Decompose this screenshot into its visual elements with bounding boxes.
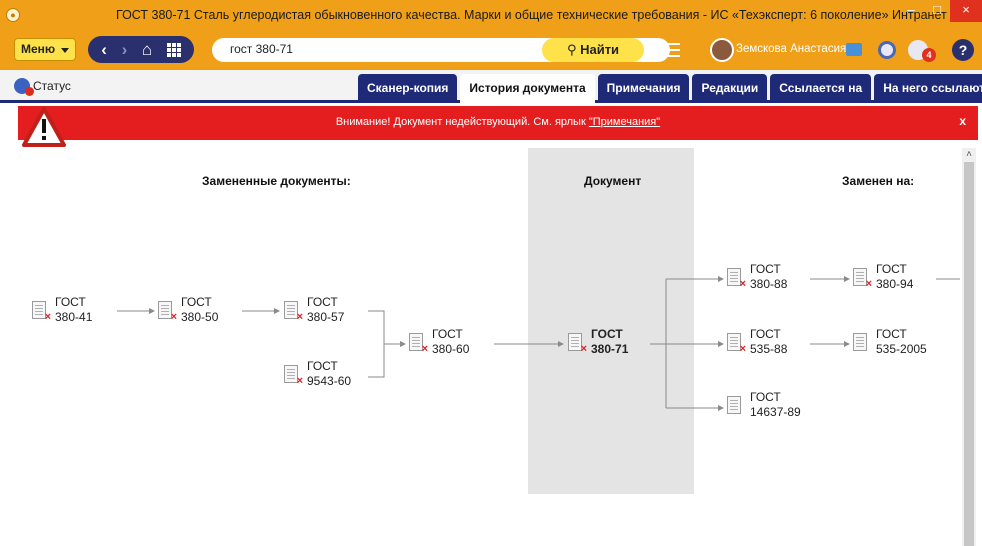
doc-type: ГОСТ: [307, 295, 338, 309]
doc-number: 380-94: [876, 277, 914, 291]
doc-number: 380-60: [432, 342, 470, 356]
document-icon: [727, 396, 741, 414]
document-invalid-icon: ×: [727, 268, 746, 290]
doc-number: 9543-60: [307, 374, 352, 388]
doc-gost-380-60[interactable]: × ГОСТ 380-60: [409, 327, 469, 357]
scroll-thumb[interactable]: [964, 162, 974, 546]
doc-gost-380-57[interactable]: × ГОСТ 380-57: [284, 295, 344, 325]
doc-gost-380-50[interactable]: × ГОСТ 380-50: [158, 295, 218, 325]
document-invalid-icon: ×: [727, 333, 746, 355]
doc-type: ГОСТ: [55, 295, 86, 309]
doc-number: 14637-89: [750, 405, 801, 419]
document-invalid-icon: ×: [853, 268, 872, 290]
doc-gost-535-88[interactable]: × ГОСТ 535-88: [727, 327, 787, 357]
document-invalid-icon: ×: [32, 301, 51, 323]
doc-number: 380-88: [750, 277, 788, 291]
doc-number: 380-71: [591, 342, 629, 356]
doc-gost-380-94[interactable]: × ГОСТ 380-94: [853, 262, 913, 292]
doc-type: ГОСТ: [876, 262, 907, 276]
doc-gost-380-41[interactable]: × ГОСТ 380-41: [32, 295, 92, 325]
doc-number: 535-2005: [876, 342, 927, 356]
doc-type: ГОСТ: [750, 327, 781, 341]
doc-type: ГОСТ: [591, 327, 623, 341]
doc-type: ГОСТ: [307, 359, 338, 373]
document-invalid-icon: ×: [284, 301, 303, 323]
doc-type: ГОСТ: [750, 390, 781, 404]
doc-gost-535-2005[interactable]: ГОСТ 535-2005: [853, 327, 927, 357]
doc-gost-380-88[interactable]: × ГОСТ 380-88: [727, 262, 787, 292]
doc-gost-9543-60[interactable]: × ГОСТ 9543-60: [284, 359, 351, 389]
document-invalid-icon: ×: [158, 301, 177, 323]
doc-type: ГОСТ: [876, 327, 907, 341]
doc-number: 380-57: [307, 310, 345, 324]
connector-lines: [117, 276, 960, 411]
vertical-scrollbar[interactable]: ˄: [962, 148, 976, 546]
document-invalid-icon: ×: [284, 365, 303, 387]
document-invalid-icon: ×: [568, 333, 587, 355]
doc-number: 380-50: [181, 310, 219, 324]
doc-type: ГОСТ: [432, 327, 463, 341]
doc-number: 535-88: [750, 342, 788, 356]
document-invalid-icon: ×: [409, 333, 428, 355]
doc-number: 380-41: [55, 310, 93, 324]
doc-type: ГОСТ: [181, 295, 212, 309]
document-icon: [853, 333, 867, 351]
doc-gost-14637-89[interactable]: ГОСТ 14637-89: [727, 390, 801, 420]
doc-type: ГОСТ: [750, 262, 781, 276]
doc-gost-380-71-current[interactable]: × ГОСТ 380-71: [568, 327, 628, 357]
scroll-up-icon[interactable]: ˄: [962, 148, 976, 162]
